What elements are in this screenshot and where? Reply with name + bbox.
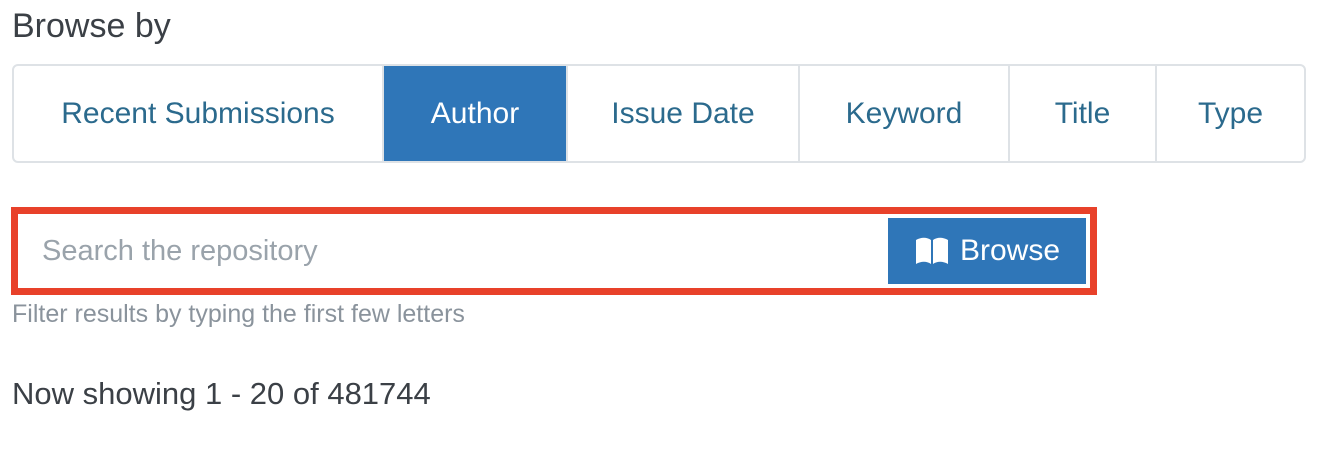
- browse-by-heading: Browse by: [12, 7, 171, 45]
- search-input[interactable]: [22, 218, 888, 284]
- tab-keyword[interactable]: Keyword: [800, 66, 1010, 161]
- tab-type[interactable]: Type: [1157, 66, 1304, 161]
- browse-button[interactable]: Browse: [888, 218, 1086, 284]
- book-icon: [914, 236, 950, 266]
- results-summary: Now showing 1 - 20 of 481744: [12, 376, 431, 411]
- tab-recent-submissions[interactable]: Recent Submissions: [14, 66, 384, 161]
- tab-title[interactable]: Title: [1010, 66, 1157, 161]
- search-hint: Filter results by typing the first few l…: [12, 300, 465, 328]
- tab-issue-date[interactable]: Issue Date: [568, 66, 800, 161]
- browse-tabs: Recent Submissions Author Issue Date Key…: [12, 64, 1306, 163]
- search-form: Browse: [11, 207, 1097, 295]
- browse-button-label: Browse: [959, 234, 1061, 267]
- tab-author[interactable]: Author: [384, 66, 568, 161]
